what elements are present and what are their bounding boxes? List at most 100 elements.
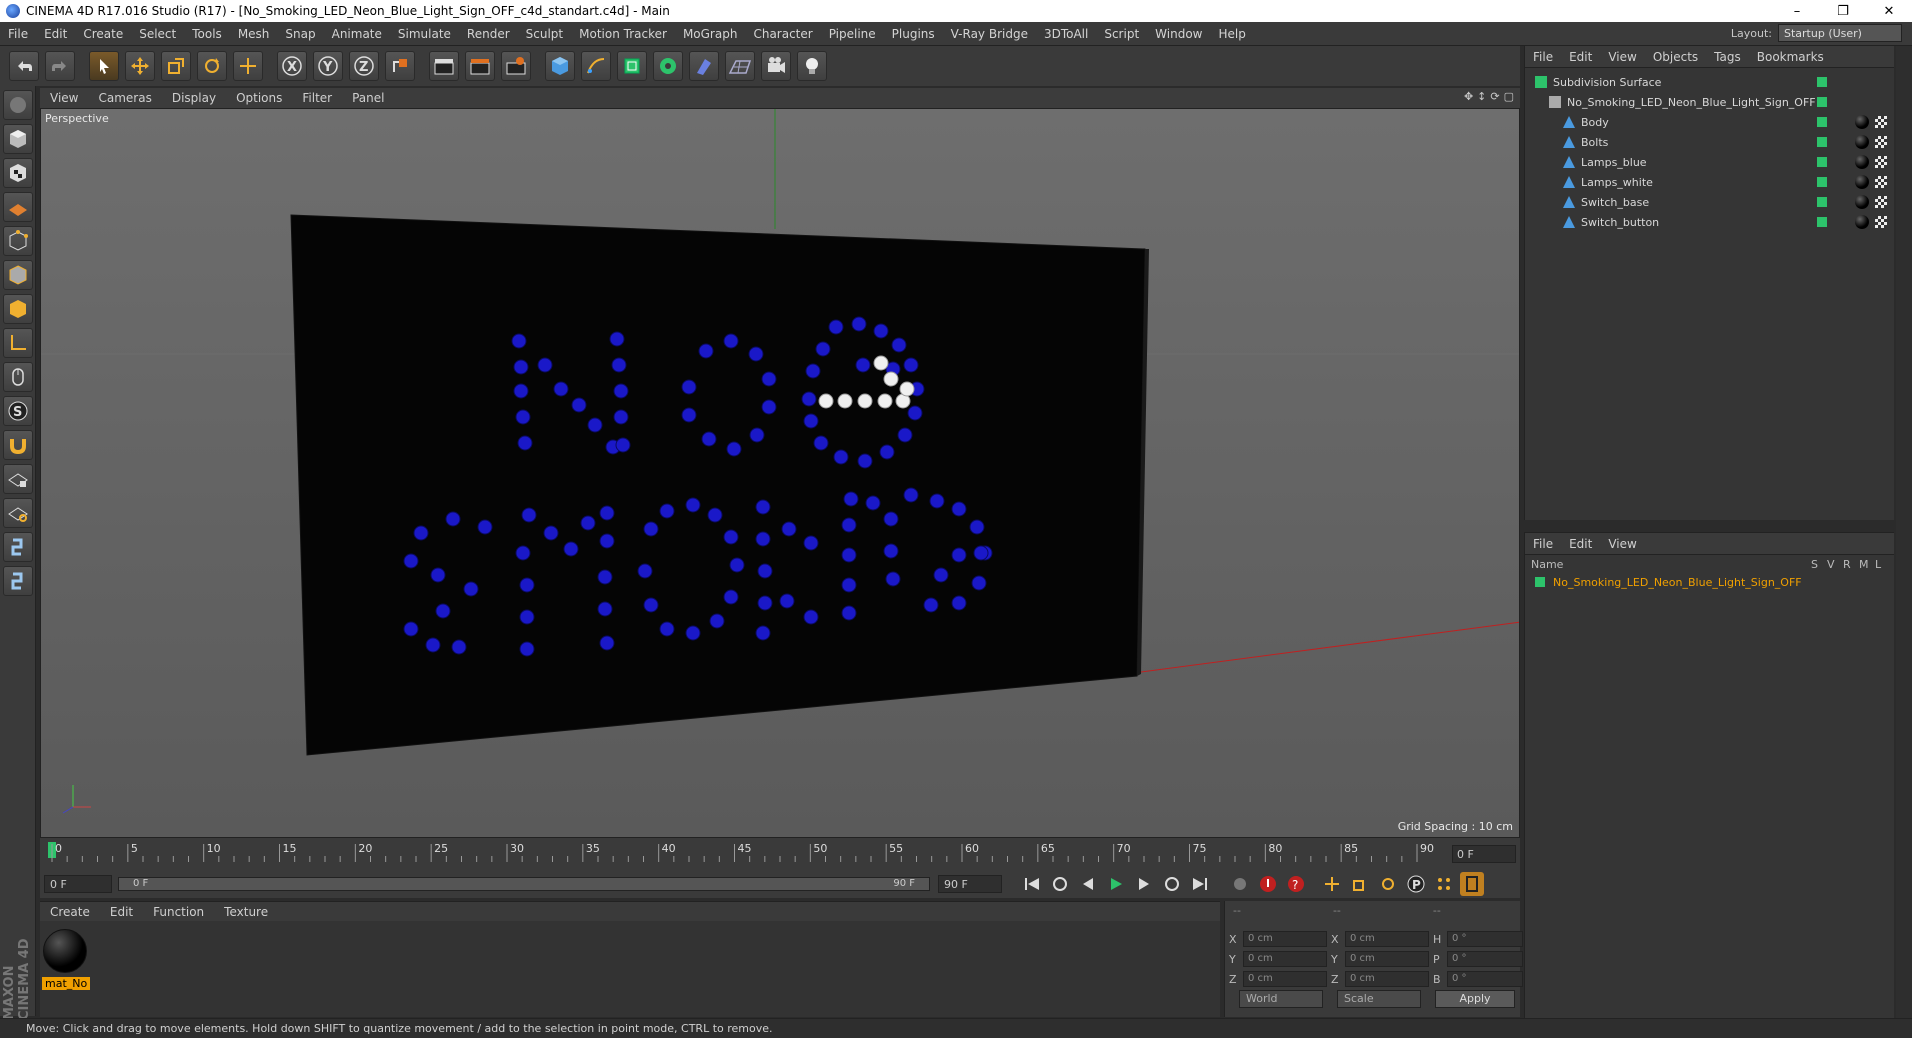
render-settings-button[interactable] [501, 51, 531, 81]
menu-simulate[interactable]: Simulate [390, 27, 459, 41]
z-axis-button[interactable]: Z [349, 51, 379, 81]
rotation-b-field[interactable]: 0 ° [1447, 971, 1523, 987]
object-name[interactable]: No_Smoking_LED_Neon_Blue_Light_Sign_OFF [1567, 96, 1816, 109]
viewport-menu-filter[interactable]: Filter [292, 91, 342, 105]
menu-script[interactable]: Script [1096, 27, 1147, 41]
tweak-mode-button[interactable] [3, 362, 33, 392]
timeline[interactable]: 0 5 10 15 20 25 30 35 40 45 50 55 60 65 70 75 80 85 90 0 F [40, 838, 1520, 870]
key-pla-button[interactable] [1432, 872, 1456, 896]
snap-button[interactable]: S [3, 396, 33, 426]
layers-menu-file[interactable]: File [1525, 537, 1561, 551]
render-picture-viewer-button[interactable] [465, 51, 495, 81]
layers-menu-view[interactable]: View [1600, 537, 1644, 551]
objects-menu-file[interactable]: File [1525, 50, 1561, 64]
material-tag-icon[interactable] [1855, 195, 1869, 209]
material-menu-function[interactable]: Function [143, 905, 214, 919]
edges-mode-button[interactable] [3, 260, 33, 290]
timeline-end-field[interactable]: 0 F [1452, 845, 1516, 863]
objects-menu-view[interactable]: View [1600, 50, 1644, 64]
close-button[interactable]: ✕ [1866, 0, 1912, 22]
uvw-tag-icon[interactable] [1875, 196, 1887, 208]
scale-tool-button[interactable] [161, 51, 191, 81]
polygons-mode-button[interactable] [3, 294, 33, 324]
python-script-button[interactable] [3, 532, 33, 562]
material-menu-texture[interactable]: Texture [214, 905, 278, 919]
layer-tag-green[interactable] [1817, 117, 1827, 127]
menu-edit[interactable]: Edit [36, 27, 75, 41]
transform-tool-button[interactable] [233, 51, 263, 81]
step-back-button[interactable] [1076, 872, 1100, 896]
points-mode-button[interactable] [3, 226, 33, 256]
play-button[interactable] [1104, 872, 1128, 896]
move-tool-button[interactable] [125, 51, 155, 81]
restore-button[interactable]: ❐ [1820, 0, 1866, 22]
object-name[interactable]: Lamps_white [1581, 176, 1653, 189]
viewport-menu-options[interactable]: Options [226, 91, 292, 105]
render-view-button[interactable] [429, 51, 459, 81]
object-name[interactable]: Lamps_blue [1581, 156, 1647, 169]
menu-mograph[interactable]: MoGraph [675, 27, 746, 41]
loop-forward-button[interactable] [1160, 872, 1184, 896]
lock-workplane-button[interactable] [3, 464, 33, 494]
object-row[interactable]: Switch_button [1525, 212, 1825, 232]
key-scale-button[interactable] [1348, 872, 1372, 896]
objects-menu-bookmarks[interactable]: Bookmarks [1749, 50, 1832, 64]
object-name[interactable]: Bolts [1581, 136, 1608, 149]
light-button[interactable] [797, 51, 827, 81]
material-preview[interactable] [43, 929, 87, 973]
uvw-tag-icon[interactable] [1875, 156, 1887, 168]
menu-tools[interactable]: Tools [184, 27, 230, 41]
object-row[interactable]: Switch_base [1525, 192, 1825, 212]
floor-button[interactable] [725, 51, 755, 81]
axis-mode-button[interactable] [3, 328, 33, 358]
texture-mode-button[interactable] [3, 158, 33, 188]
menu-create[interactable]: Create [75, 27, 131, 41]
subdivision-surface-button[interactable] [617, 51, 647, 81]
viewport-move-icon[interactable]: ✥ [1464, 90, 1473, 103]
menu-mesh[interactable]: Mesh [230, 27, 278, 41]
viewport-menu-panel[interactable]: Panel [342, 91, 394, 105]
menu-select[interactable]: Select [131, 27, 184, 41]
viewport-maximize-icon[interactable]: ▢ [1504, 90, 1514, 103]
coordinate-space-select[interactable]: World [1239, 990, 1323, 1008]
key-rotation-button[interactable] [1376, 872, 1400, 896]
layers-menu-edit[interactable]: Edit [1561, 537, 1600, 551]
object-name[interactable]: Subdivision Surface [1553, 76, 1661, 89]
size-y-field[interactable]: 0 cm [1345, 951, 1429, 967]
record-button[interactable] [1256, 872, 1280, 896]
python-script-2-button[interactable] [3, 566, 33, 596]
menu-window[interactable]: Window [1147, 27, 1210, 41]
object-row[interactable]: Body [1525, 112, 1825, 132]
menu-character[interactable]: Character [745, 27, 820, 41]
material-menu-create[interactable]: Create [40, 905, 100, 919]
object-name[interactable]: Switch_base [1581, 196, 1649, 209]
redo-button[interactable] [45, 51, 75, 81]
y-axis-button[interactable]: Y [313, 51, 343, 81]
uvw-tag-icon[interactable] [1875, 136, 1887, 148]
step-forward-button[interactable] [1132, 872, 1156, 896]
object-row[interactable]: No_Smoking_LED_Neon_Blue_Light_Sign_OFF [1525, 92, 1825, 112]
menu-3dtoall[interactable]: 3DToAll [1036, 27, 1096, 41]
viewport-3d[interactable]: Perspective Grid Spacing : 10 cm [40, 108, 1520, 838]
menu-plugins[interactable]: Plugins [884, 27, 943, 41]
key-position-button[interactable] [1320, 872, 1344, 896]
layer-tag-green[interactable] [1817, 97, 1827, 107]
objects-menu-tags[interactable]: Tags [1706, 50, 1749, 64]
rotation-h-field[interactable]: 0 ° [1447, 931, 1523, 947]
material-menu-edit[interactable]: Edit [100, 905, 143, 919]
keyframe-selection-button[interactable] [1228, 872, 1252, 896]
layer-tag-green[interactable] [1817, 177, 1827, 187]
menu-motion-tracker[interactable]: Motion Tracker [571, 27, 675, 41]
object-name[interactable]: Body [1581, 116, 1609, 129]
viewport-menu-cameras[interactable]: Cameras [88, 91, 161, 105]
objects-menu-objects[interactable]: Objects [1645, 50, 1706, 64]
menu-file[interactable]: File [0, 27, 36, 41]
menu-vray-bridge[interactable]: V-Ray Bridge [943, 27, 1036, 41]
model-mode-button[interactable] [3, 124, 33, 154]
position-z-field[interactable]: 0 cm [1243, 971, 1327, 987]
material-name[interactable]: mat_No [42, 977, 91, 990]
uvw-tag-icon[interactable] [1875, 216, 1887, 228]
menu-sculpt[interactable]: Sculpt [518, 27, 571, 41]
layer-tag-green[interactable] [1817, 77, 1827, 87]
material-tag-icon[interactable] [1855, 115, 1869, 129]
